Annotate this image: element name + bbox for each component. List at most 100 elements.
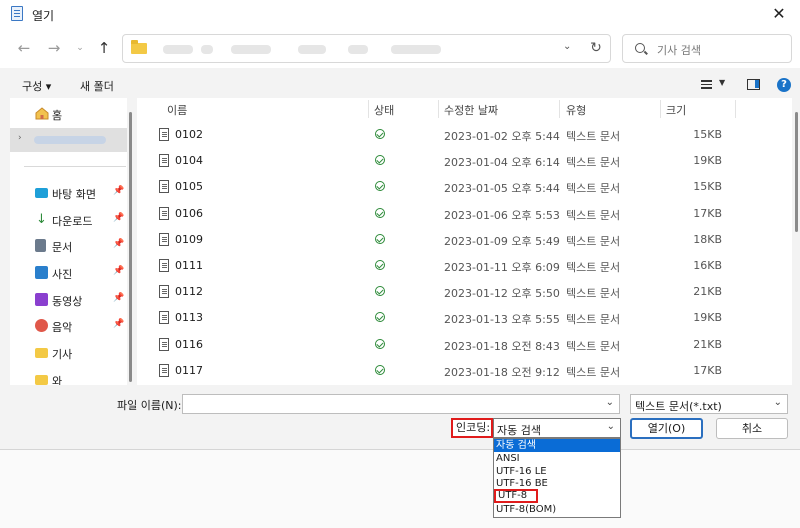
column-divider[interactable] (368, 100, 369, 118)
pin-icon[interactable]: 📌 (113, 186, 124, 196)
encoding-option[interactable]: UTF-8(BOM) (494, 503, 620, 516)
file-list-scrollbar[interactable] (795, 112, 798, 232)
sidebar-item-pictures[interactable]: 사진 📌 (10, 261, 127, 285)
background (0, 450, 800, 528)
sidebar-item-downloads[interactable]: ↓ 다운로드 📌 (10, 208, 127, 232)
text-file-icon (159, 285, 169, 299)
encoding-select[interactable]: 자동 검색 ⌄ (493, 418, 621, 438)
sidebar-item-label: 기사 (52, 348, 73, 361)
file-modified: 2023-01-05 오후 5:44 (444, 182, 560, 196)
cancel-button[interactable]: 취소 (716, 418, 788, 439)
sidebar-item-desktop[interactable]: 바탕 화면 📌 (10, 181, 127, 205)
file-name: 0112 (175, 285, 203, 299)
file-modified: 2023-01-06 오후 5:53 (444, 208, 560, 222)
file-row[interactable]: 0102 2023-01-02 오후 5:44 텍스트 문서 15KB (137, 122, 792, 148)
chevron-right-icon[interactable]: › (18, 133, 22, 143)
recent-locations-chevron-icon[interactable]: ⌄ (70, 38, 90, 58)
preview-pane-icon[interactable] (747, 79, 760, 90)
file-name: 0113 (175, 311, 203, 325)
file-row[interactable]: 0113 2023-01-13 오후 5:55 텍스트 문서 19KB (137, 305, 792, 331)
file-size: 17KB (693, 363, 722, 377)
synced-check-icon (375, 207, 385, 218)
file-row[interactable]: 0112 2023-01-12 오후 5:50 텍스트 문서 21KB (137, 279, 792, 305)
pin-icon[interactable]: 📌 (113, 293, 124, 303)
close-icon[interactable]: ✕ (768, 3, 790, 25)
file-type: 텍스트 문서 (566, 313, 621, 327)
file-row[interactable]: 0106 2023-01-06 오후 5:53 텍스트 문서 17KB (137, 201, 792, 227)
breadcrumb-blurred (348, 45, 368, 54)
encoding-option-highlighted[interactable]: UTF-8 (494, 489, 538, 503)
encoding-option[interactable]: 자동 검색 (494, 439, 620, 452)
file-row[interactable]: 0116 2023-01-18 오전 8:43 텍스트 문서 21KB (137, 332, 792, 358)
column-header-status[interactable]: 상태 (374, 102, 394, 124)
sidebar-item-label: 바탕 화면 (52, 188, 96, 201)
chevron-down-icon[interactable]: ▼ (719, 78, 725, 87)
sidebar-item-blurred-location[interactable]: › (10, 128, 127, 152)
sort-ascending-icon: ^ (263, 98, 271, 104)
file-modified: 2023-01-02 오후 5:44 (444, 130, 560, 143)
column-header-modified[interactable]: 수정한 날짜 (444, 102, 498, 124)
file-row[interactable]: 0105 2023-01-05 오후 5:44 텍스트 문서 15KB (137, 174, 792, 200)
sidebar-item-folder[interactable]: 와 (10, 368, 127, 385)
sidebar-item-folder[interactable]: 기사 (10, 341, 127, 365)
file-row[interactable]: 0104 2023-01-04 오후 6:14 텍스트 문서 19KB (137, 148, 792, 174)
file-modified: 2023-01-18 오전 9:12 (444, 365, 560, 379)
text-file-icon (159, 311, 169, 325)
sidebar-item-videos[interactable]: 동영상 📌 (10, 288, 127, 312)
forward-arrow-icon[interactable]: → (44, 38, 64, 58)
column-header-type[interactable]: 유형 (566, 102, 586, 124)
pin-icon[interactable]: 📌 (113, 266, 124, 276)
title-bar: 열기 ✕ (0, 0, 800, 28)
pin-icon[interactable]: 📌 (113, 213, 124, 223)
file-row[interactable]: 0111 2023-01-11 오후 6:09 텍스트 문서 16KB (137, 253, 792, 279)
column-header-name[interactable]: 이름 (167, 102, 187, 124)
column-divider[interactable] (438, 100, 439, 118)
file-row[interactable]: 0109 2023-01-09 오후 5:49 텍스트 문서 18KB (137, 227, 792, 253)
divider (24, 166, 126, 167)
column-divider[interactable] (559, 100, 560, 118)
chevron-down-icon[interactable]: ⌄ (563, 41, 571, 52)
search-icon (635, 43, 645, 53)
refresh-icon[interactable]: ↻ (586, 38, 606, 58)
file-type: 텍스트 문서 (566, 130, 621, 143)
file-modified: 2023-01-12 오후 5:50 (444, 287, 560, 301)
new-folder-button[interactable]: 새 폴더 (80, 78, 114, 94)
back-arrow-icon[interactable]: ← (14, 38, 34, 58)
synced-check-icon (375, 129, 385, 139)
synced-check-icon (375, 181, 385, 192)
search-box[interactable]: 기사 검색 (622, 34, 792, 63)
address-bar[interactable]: ⌄ (122, 34, 611, 63)
synced-check-icon (375, 233, 385, 244)
text-file-icon (159, 206, 169, 220)
pin-icon[interactable]: 📌 (113, 239, 124, 249)
column-divider[interactable] (660, 100, 661, 118)
download-icon: ↓ (36, 212, 47, 227)
filename-input[interactable]: ⌄ (182, 394, 620, 414)
sidebar-item-music[interactable]: 음악 📌 (10, 314, 127, 338)
file-row[interactable]: 0117 2023-01-18 오전 9:12 텍스트 문서 17KB (137, 358, 792, 384)
filetype-select[interactable]: 텍스트 문서(*.txt) ⌄ (630, 394, 788, 414)
folder-icon (131, 40, 147, 54)
synced-check-icon (375, 260, 385, 270)
text-file-icon (159, 363, 169, 377)
encoding-dropdown-list: 자동 검색 ANSI UTF-16 LE UTF-16 BE UTF-8 UTF… (493, 438, 621, 518)
sidebar-item-home[interactable]: 홈 (10, 102, 127, 126)
column-header-size[interactable]: 크기 (666, 102, 686, 124)
chevron-down-icon[interactable]: ⌄ (606, 397, 614, 408)
navigation-scrollbar[interactable] (129, 112, 132, 382)
sidebar-item-documents[interactable]: 문서 📌 (10, 234, 127, 258)
pin-icon[interactable]: 📌 (113, 319, 124, 329)
file-type: 텍스트 문서 (566, 208, 621, 222)
organize-button[interactable]: 구성 ▾ (22, 78, 51, 94)
file-size: 15KB (693, 180, 722, 194)
file-size: 18KB (693, 232, 722, 246)
view-options-icon[interactable] (701, 80, 712, 89)
file-size: 21KB (693, 285, 722, 299)
column-divider[interactable] (735, 100, 736, 118)
encoding-option[interactable]: ANSI (494, 452, 620, 465)
folder-icon (35, 348, 48, 358)
help-icon[interactable]: ? (777, 78, 791, 92)
file-size: 16KB (693, 259, 722, 272)
up-arrow-icon[interactable]: ↑ (94, 38, 114, 58)
open-button[interactable]: 열기(O) (630, 418, 703, 439)
